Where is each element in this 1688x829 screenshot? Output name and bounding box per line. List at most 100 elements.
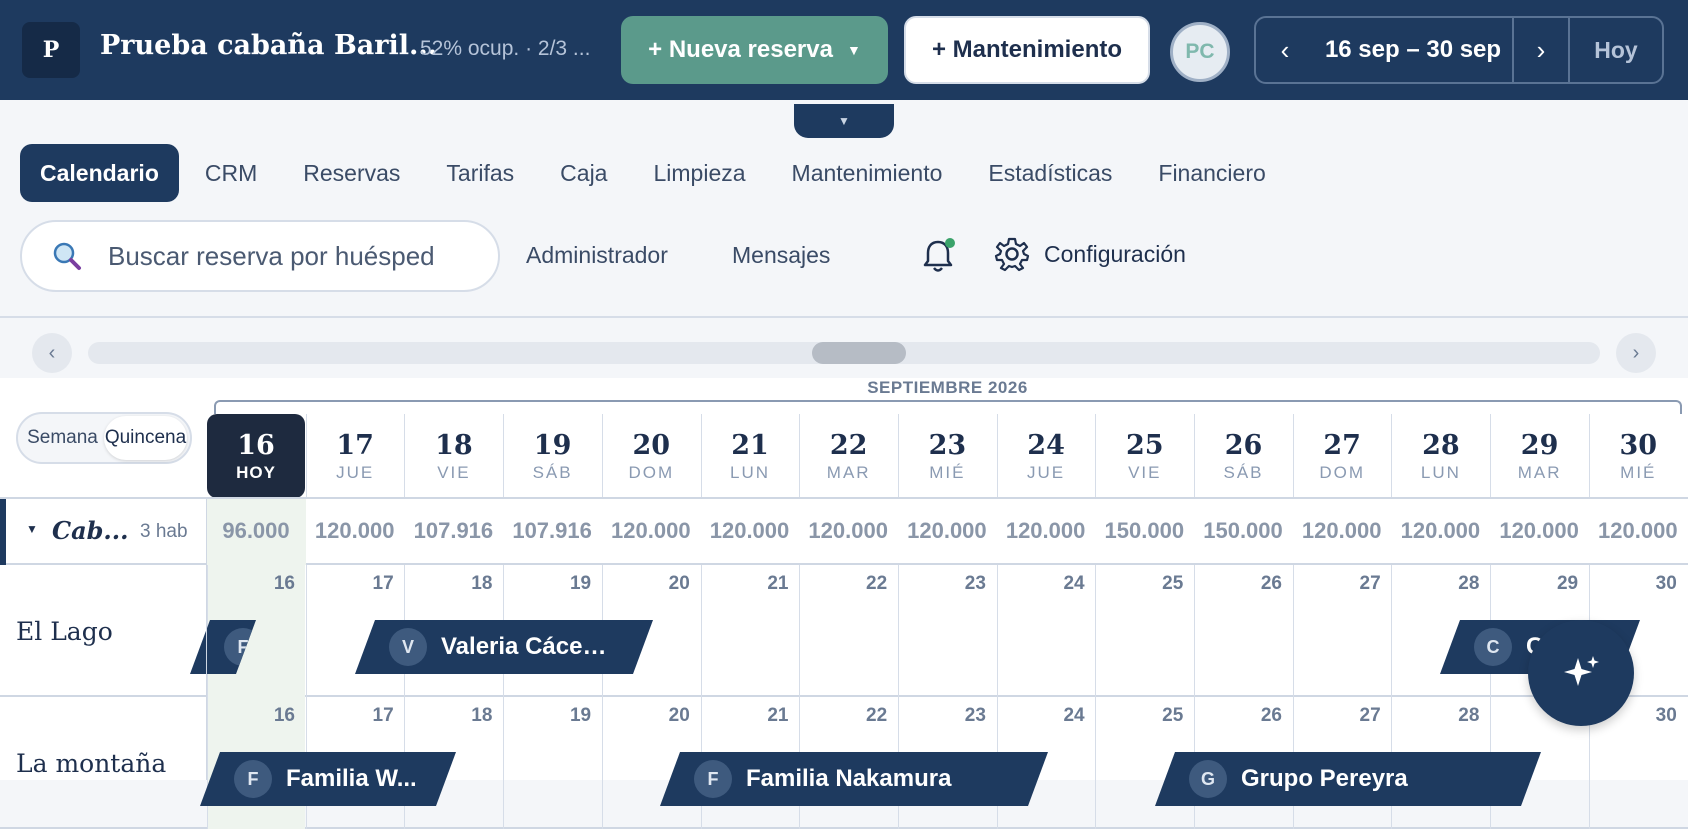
booking-bar[interactable]: F Familia W... bbox=[200, 752, 456, 806]
tab-tarifas[interactable]: Tarifas bbox=[426, 144, 534, 202]
day-header[interactable]: 17 JUE bbox=[305, 414, 404, 498]
rate-cell[interactable]: 120.000 bbox=[1589, 518, 1687, 544]
rate-cell[interactable]: 96.000 bbox=[207, 518, 305, 544]
tab-mantenimiento[interactable]: Mantenimiento bbox=[772, 144, 963, 202]
guest-initial: F bbox=[694, 760, 732, 798]
day-cell[interactable]: 25 bbox=[1095, 565, 1193, 697]
property-logo[interactable]: P bbox=[22, 22, 80, 78]
rate-cell[interactable]: 107.916 bbox=[503, 518, 601, 544]
rate-cell[interactable]: 120.000 bbox=[1391, 518, 1489, 544]
cell-day-number: 27 bbox=[1359, 573, 1381, 594]
day-of-week: HOY bbox=[236, 463, 276, 482]
tab-calendario[interactable]: Calendario bbox=[20, 144, 179, 202]
section-divider bbox=[0, 316, 1688, 318]
day-number: 20 bbox=[632, 430, 671, 461]
cell-day-number: 30 bbox=[1655, 573, 1677, 594]
rate-cell[interactable]: 150.000 bbox=[1194, 518, 1292, 544]
tab-crm[interactable]: CRM bbox=[185, 144, 277, 202]
rate-cell[interactable]: 120.000 bbox=[997, 518, 1095, 544]
search-input[interactable]: Buscar reserva por huésped bbox=[20, 220, 500, 292]
booking-bar[interactable]: G Grupo Pereyra bbox=[1155, 752, 1541, 806]
settings-link[interactable]: Configuración bbox=[994, 236, 1186, 272]
day-cell[interactable]: 23 bbox=[897, 565, 996, 697]
day-header[interactable]: 19 SÁB bbox=[503, 414, 601, 498]
day-header[interactable]: 27 DOM bbox=[1292, 414, 1391, 498]
month-bracket bbox=[214, 400, 1682, 414]
day-cell[interactable]: 19 bbox=[503, 697, 601, 829]
day-header[interactable]: 18 VIE bbox=[404, 414, 502, 498]
cell-day-number: 19 bbox=[569, 705, 592, 726]
messages-link[interactable]: Mensajes bbox=[732, 242, 830, 269]
rate-cell[interactable]: 120.000 bbox=[306, 518, 404, 544]
scroll-right-icon[interactable]: › bbox=[1616, 333, 1656, 373]
chevron-right-icon[interactable]: › bbox=[1514, 18, 1570, 82]
room-name[interactable]: El Lago bbox=[16, 617, 113, 646]
search-icon bbox=[53, 242, 81, 270]
view-option-quincena[interactable]: Quincena bbox=[104, 416, 187, 460]
room-name[interactable]: La montaña bbox=[16, 749, 166, 778]
rate-cell[interactable]: 120.000 bbox=[1490, 518, 1588, 544]
day-header[interactable]: 23 MIÉ bbox=[897, 414, 996, 498]
guest-initial: G bbox=[1189, 760, 1227, 798]
tab-estadisticas[interactable]: Estadísticas bbox=[968, 144, 1132, 202]
property-title[interactable]: Prueba cabaña Baril... bbox=[100, 30, 437, 61]
day-header[interactable]: 20 DOM bbox=[601, 414, 700, 498]
maintenance-button[interactable]: + Mantenimiento bbox=[904, 16, 1150, 84]
date-range[interactable]: 16 sep – 30 sep bbox=[1314, 18, 1514, 82]
cell-day-number: 22 bbox=[866, 705, 888, 726]
day-header[interactable]: 29 MAR bbox=[1490, 414, 1588, 498]
day-header[interactable]: 16 HOY bbox=[207, 414, 305, 498]
view-option-semana[interactable]: Semana bbox=[21, 416, 104, 460]
tab-limpieza[interactable]: Limpieza bbox=[633, 144, 765, 202]
cell-day-number: 26 bbox=[1260, 573, 1282, 594]
tab-financiero[interactable]: Financiero bbox=[1138, 144, 1285, 202]
day-number: 26 bbox=[1224, 430, 1263, 461]
rate-cell[interactable]: 107.916 bbox=[404, 518, 502, 544]
rate-cell[interactable]: 120.000 bbox=[701, 518, 799, 544]
day-header[interactable]: 28 LUN bbox=[1391, 414, 1489, 498]
day-header[interactable]: 25 VIE bbox=[1095, 414, 1193, 498]
ai-assistant-button[interactable] bbox=[1528, 620, 1634, 726]
day-cell[interactable]: 26 bbox=[1194, 565, 1292, 697]
day-number: 21 bbox=[731, 430, 769, 461]
day-of-week: SÁB bbox=[532, 463, 573, 482]
user-avatar[interactable]: PC bbox=[1170, 22, 1230, 82]
gear-icon bbox=[994, 237, 1030, 272]
day-header[interactable]: 24 JUE bbox=[996, 414, 1095, 498]
tab-caja[interactable]: Caja bbox=[540, 144, 627, 202]
booking-bar[interactable]: F Familia Nakamura bbox=[660, 752, 1048, 806]
rate-cell[interactable]: 120.000 bbox=[602, 518, 700, 544]
day-cell[interactable]: 22 bbox=[799, 565, 897, 697]
booking-bar[interactable]: V Valeria Cáce… bbox=[355, 620, 653, 674]
rate-cell[interactable]: 120.000 bbox=[898, 518, 996, 544]
new-booking-button[interactable]: + Nueva reserva ▼ bbox=[621, 16, 888, 84]
day-cell[interactable]: 27 bbox=[1292, 565, 1391, 697]
day-cell[interactable]: 24 bbox=[996, 565, 1095, 697]
day-header[interactable]: 26 SÁB bbox=[1194, 414, 1292, 498]
today-button[interactable]: Hoy bbox=[1570, 18, 1662, 82]
group-name[interactable]: Cab... bbox=[52, 516, 129, 545]
chevron-left-icon[interactable]: ‹ bbox=[1256, 18, 1314, 82]
scrollbar-thumb[interactable] bbox=[812, 342, 906, 364]
day-cell[interactable]: 21 bbox=[700, 565, 799, 697]
new-booking-label: + Nueva reserva bbox=[648, 36, 833, 63]
rate-cell[interactable]: 120.000 bbox=[799, 518, 897, 544]
collapse-header-icon[interactable]: ▼ bbox=[794, 104, 894, 138]
scroll-left-icon[interactable]: ‹ bbox=[32, 333, 72, 373]
settings-label: Configuración bbox=[1044, 240, 1186, 267]
group-room-count: 3 hab bbox=[140, 521, 188, 542]
caret-down-icon[interactable]: ▼ bbox=[26, 522, 38, 536]
cell-day-number: 22 bbox=[866, 573, 888, 594]
bell-icon[interactable] bbox=[920, 236, 956, 276]
tab-reservas[interactable]: Reservas bbox=[283, 144, 420, 202]
cell-day-number: 18 bbox=[471, 573, 493, 594]
rate-cell[interactable]: 150.000 bbox=[1095, 518, 1193, 544]
day-number: 22 bbox=[829, 430, 868, 461]
day-header[interactable]: 30 MIÉ bbox=[1588, 414, 1687, 498]
day-header[interactable]: 22 MAR bbox=[799, 414, 897, 498]
day-header[interactable]: 21 LUN bbox=[700, 414, 799, 498]
day-number: 18 bbox=[435, 430, 473, 461]
guest-name: Familia W... bbox=[286, 765, 417, 792]
rate-cell[interactable]: 120.000 bbox=[1293, 518, 1391, 544]
admin-link[interactable]: Administrador bbox=[526, 242, 668, 269]
